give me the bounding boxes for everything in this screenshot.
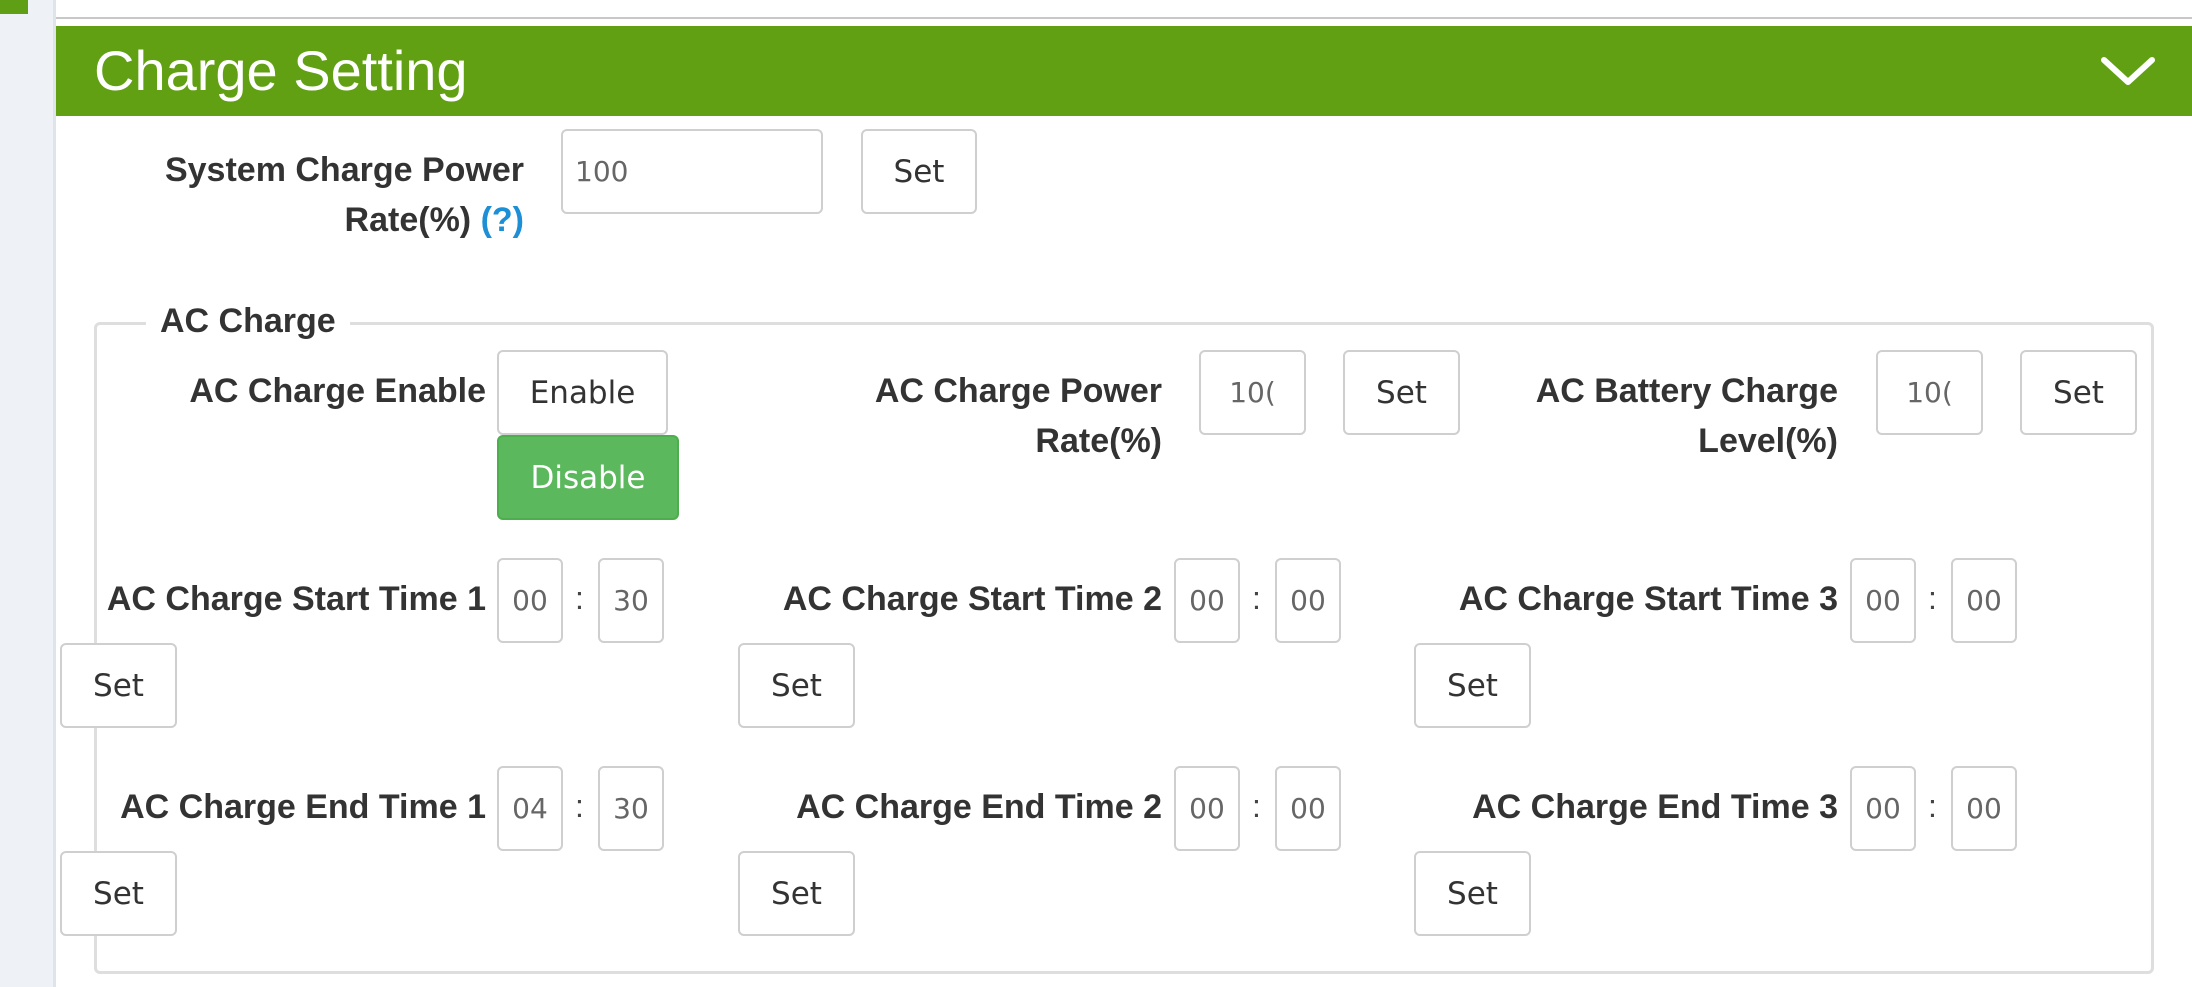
end-time-1-separator: : <box>575 788 584 824</box>
system-charge-rate-set-button[interactable]: Set <box>861 129 977 214</box>
end-time-2-hour-input[interactable] <box>1174 766 1240 851</box>
start-time-3-hour-input[interactable] <box>1850 558 1916 643</box>
ac-charge-power-rate-input[interactable] <box>1199 350 1306 435</box>
system-charge-rate-label-unit: Rate(%) <box>344 201 472 239</box>
end-time-3-hour-input[interactable] <box>1850 766 1916 851</box>
end-time-2-set-button[interactable]: Set <box>738 851 855 936</box>
ac-charge-start-time-3-label: AC Charge Start Time 3 <box>1458 580 1838 618</box>
system-charge-rate-input[interactable] <box>561 129 823 214</box>
system-charge-rate-label: System Charge Power Rate(%) (?) <box>120 145 524 245</box>
end-time-1-hour-input[interactable] <box>497 766 563 851</box>
ac-charge-end-time-1-label: AC Charge End Time 1 <box>120 788 486 826</box>
ac-charge-legend: AC Charge <box>146 298 350 344</box>
top-divider <box>56 17 2192 19</box>
system-charge-rate-label-line1: System Charge Power <box>164 151 524 189</box>
ac-charge-end-time-3-label: AC Charge End Time 3 <box>1472 788 1838 826</box>
end-time-3-set-button[interactable]: Set <box>1414 851 1531 936</box>
ac-charge-start-time-2-label: AC Charge Start Time 2 <box>782 580 1162 618</box>
start-time-1-separator: : <box>575 580 584 616</box>
end-time-1-minute-input[interactable] <box>598 766 664 851</box>
disable-button[interactable]: Disable <box>497 435 679 520</box>
chevron-down-icon[interactable] <box>2100 54 2156 88</box>
start-time-1-hour-input[interactable] <box>497 558 563 643</box>
start-time-2-separator: : <box>1252 580 1261 616</box>
sidebar-accent <box>0 0 28 14</box>
end-time-3-separator: : <box>1928 788 1937 824</box>
ac-charge-end-time-2-label: AC Charge End Time 2 <box>796 788 1162 826</box>
ac-charge-power-rate-label: AC Charge Power Rate(%) <box>780 366 1162 466</box>
enable-button[interactable]: Enable <box>497 350 668 435</box>
ac-battery-charge-level-set-button[interactable]: Set <box>2020 350 2137 435</box>
ac-charge-power-rate-set-button[interactable]: Set <box>1343 350 1460 435</box>
ac-battery-charge-level-label-line1: AC Battery Charge <box>1535 372 1838 410</box>
start-time-1-set-button[interactable]: Set <box>60 643 177 728</box>
system-charge-rate-label-line2: Rate(%) (?) <box>120 195 524 245</box>
help-link[interactable]: (?) <box>481 201 524 239</box>
end-time-1-set-button[interactable]: Set <box>60 851 177 936</box>
ac-charge-enable-label: AC Charge Enable <box>189 372 486 410</box>
ac-battery-charge-level-label: AC Battery Charge Level(%) <box>1460 366 1838 466</box>
start-time-2-set-button[interactable]: Set <box>738 643 855 728</box>
sidebar-edge <box>53 0 56 987</box>
charge-setting-header[interactable]: Charge Setting <box>56 26 2192 116</box>
ac-charge-power-rate-label-line2: Rate(%) <box>1035 422 1162 460</box>
end-time-3-minute-input[interactable] <box>1951 766 2017 851</box>
left-sidebar-rail <box>0 0 56 987</box>
ac-battery-charge-level-label-line2: Level(%) <box>1698 422 1838 460</box>
panel-title: Charge Setting <box>94 39 468 102</box>
end-time-2-minute-input[interactable] <box>1275 766 1341 851</box>
start-time-2-hour-input[interactable] <box>1174 558 1240 643</box>
start-time-3-set-button[interactable]: Set <box>1414 643 1531 728</box>
start-time-1-minute-input[interactable] <box>598 558 664 643</box>
start-time-3-minute-input[interactable] <box>1951 558 2017 643</box>
start-time-3-separator: : <box>1928 580 1937 616</box>
start-time-2-minute-input[interactable] <box>1275 558 1341 643</box>
ac-charge-power-rate-label-line1: AC Charge Power <box>874 372 1162 410</box>
ac-charge-start-time-1-label: AC Charge Start Time 1 <box>106 580 486 618</box>
end-time-2-separator: : <box>1252 788 1261 824</box>
ac-battery-charge-level-input[interactable] <box>1876 350 1983 435</box>
